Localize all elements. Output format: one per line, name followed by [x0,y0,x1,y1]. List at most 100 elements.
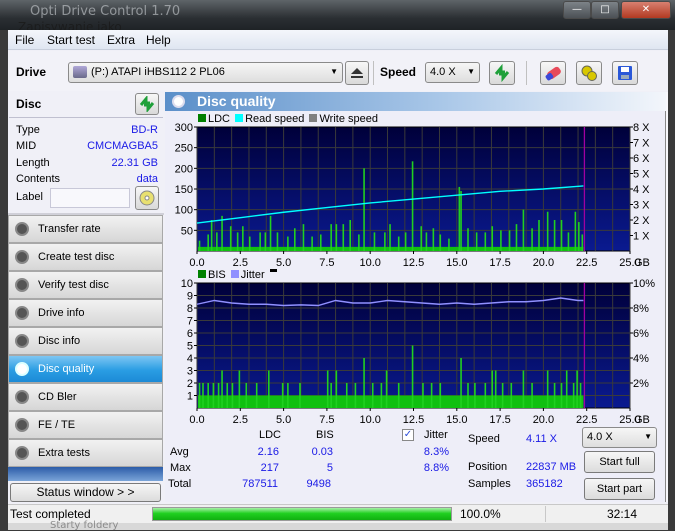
refresh-icon [139,96,155,112]
info-samples-label: Samples [468,478,511,490]
y-tick-label: 3 [187,366,193,378]
ldc-bar [293,228,296,251]
y-tick-label: 1 [187,391,193,403]
speed-select-value: 4.0 X [430,66,456,78]
nav-drive-info[interactable]: Drive info [8,299,163,327]
ldc-bar [448,238,450,251]
disc-label-input[interactable] [50,188,130,208]
ldc-bar [508,230,511,251]
nav-disc-quality[interactable]: Disc quality [8,355,163,383]
menu-file[interactable]: File [15,33,34,47]
x-tick-label: 10.0 [359,414,380,426]
bis-bar [474,383,476,408]
eject-button[interactable] [345,61,369,85]
ldc-bar [432,228,435,251]
stats-avg-bis: 0.03 [311,446,333,458]
stats-header-bis: BIS [316,429,334,441]
disc-refresh-button[interactable] [135,93,159,115]
start-part-button[interactable]: Start part [584,478,655,500]
nav-fe-te[interactable]: FE / TE [8,411,163,439]
y-tick-label: 6 [187,328,193,340]
bis-bar [510,383,513,408]
ldc-bar [411,161,414,251]
bis-bar [467,383,469,408]
y2-tick-label: 2 X [633,215,650,227]
disc-contents-label: Contents [16,173,61,185]
disc-icon [15,418,29,432]
ldc-bar [287,236,289,251]
maximize-button[interactable]: □ [591,1,619,19]
legend-marker [269,269,277,272]
ldc-bar [553,220,556,251]
bis-bar [565,370,568,408]
y-tick-label: 50 [181,225,193,237]
bis-bar [268,370,270,408]
nav-label: Verify test disc [38,279,109,291]
bis-bar [299,383,301,408]
x-tick-label: 22.5 [576,257,597,269]
refresh-icon [494,64,510,82]
start-full-button[interactable]: Start full [584,451,655,473]
drive-select[interactable]: (P:) ATAPI iHBS112 2 PL06 ▼ [68,62,343,83]
y2-tick-label: 4% [633,353,649,365]
nav-transfer-rate[interactable]: Transfer rate [8,215,163,243]
close-button[interactable]: ✕ [621,1,671,19]
disc-label-button[interactable] [135,186,159,210]
test-speed-select[interactable]: 4.0 X ▼ [582,427,657,448]
nav-verify-test-disc[interactable]: Verify test disc [8,271,163,299]
test-speed-value: 4.0 X [587,431,613,443]
ldc-bar [276,232,279,251]
nav-label: Extra tests [38,447,90,459]
bis-bar [238,370,241,408]
bis-bar [572,383,575,408]
status-window-button[interactable]: Status window > > [10,483,161,502]
speed-select[interactable]: 4.0 X ▼ [425,62,480,83]
bis-bar [460,358,462,408]
stats-max-ldc: 217 [260,462,279,474]
menu-extra[interactable]: Extra [107,33,135,47]
settings-button[interactable] [576,61,602,85]
nav-label: FE / TE [38,419,76,431]
refresh-button[interactable] [489,61,515,85]
nav-disc-info[interactable]: Disc info [8,327,163,355]
erase-button[interactable] [540,61,566,85]
bis-jitter-chart: 0.0 2.5 5.0 7.5 10.0 12.5 15.0 17.5 20.0 22.5 25.0… [181,278,655,426]
y-tick-label: 150 [175,184,193,196]
stats-max-label: Max [170,462,191,474]
disc-type-label: Type [16,124,40,136]
toolbar-separator [373,61,374,85]
disc-label-label: Label [16,191,43,203]
stats-avg-jitter: 8.3% [423,446,449,458]
y2-tick-label: 7 X [633,138,650,150]
info-position-value: 22837 MB [526,461,577,473]
ldc-bar [500,230,502,251]
x-tick-label: 2.5 [233,414,248,426]
nav-create-test-disc[interactable]: Create test disc [8,243,163,271]
ldc-bar [458,186,461,251]
bis-bar [354,383,357,408]
y-tick-label: 2 [187,378,193,390]
nav-cd-bler[interactable]: CD Bler [8,383,163,411]
jitter-checkbox[interactable]: ✓ [402,429,414,441]
save-button[interactable] [612,61,638,85]
x-tick-label: 0.0 [189,257,204,269]
stats-max-bis: 5 [326,462,333,474]
x-tick-label: 7.5 [319,414,334,426]
ldc-bar [397,236,400,251]
settings-icon [581,65,597,81]
bis-bar [212,383,215,408]
y-tick-label: 4 [187,353,193,365]
nav-extra-tests[interactable]: Extra tests [8,439,163,467]
y2-tick-label: 8 X [633,122,650,134]
x-tick-label: 17.5 [489,414,510,426]
disc-mid-label: MID [16,140,37,152]
minimize-button[interactable]: — [563,1,591,19]
stats-max-jitter: 8.8% [423,462,449,474]
menu-start-test[interactable]: Start test [47,33,95,47]
y2-tick-label: 10% [633,278,655,290]
bis-bar [287,383,289,408]
save-icon [618,66,632,80]
nav-label: Disc quality [38,363,95,375]
menu-help[interactable]: Help [146,33,171,47]
bis-bar [217,383,220,408]
